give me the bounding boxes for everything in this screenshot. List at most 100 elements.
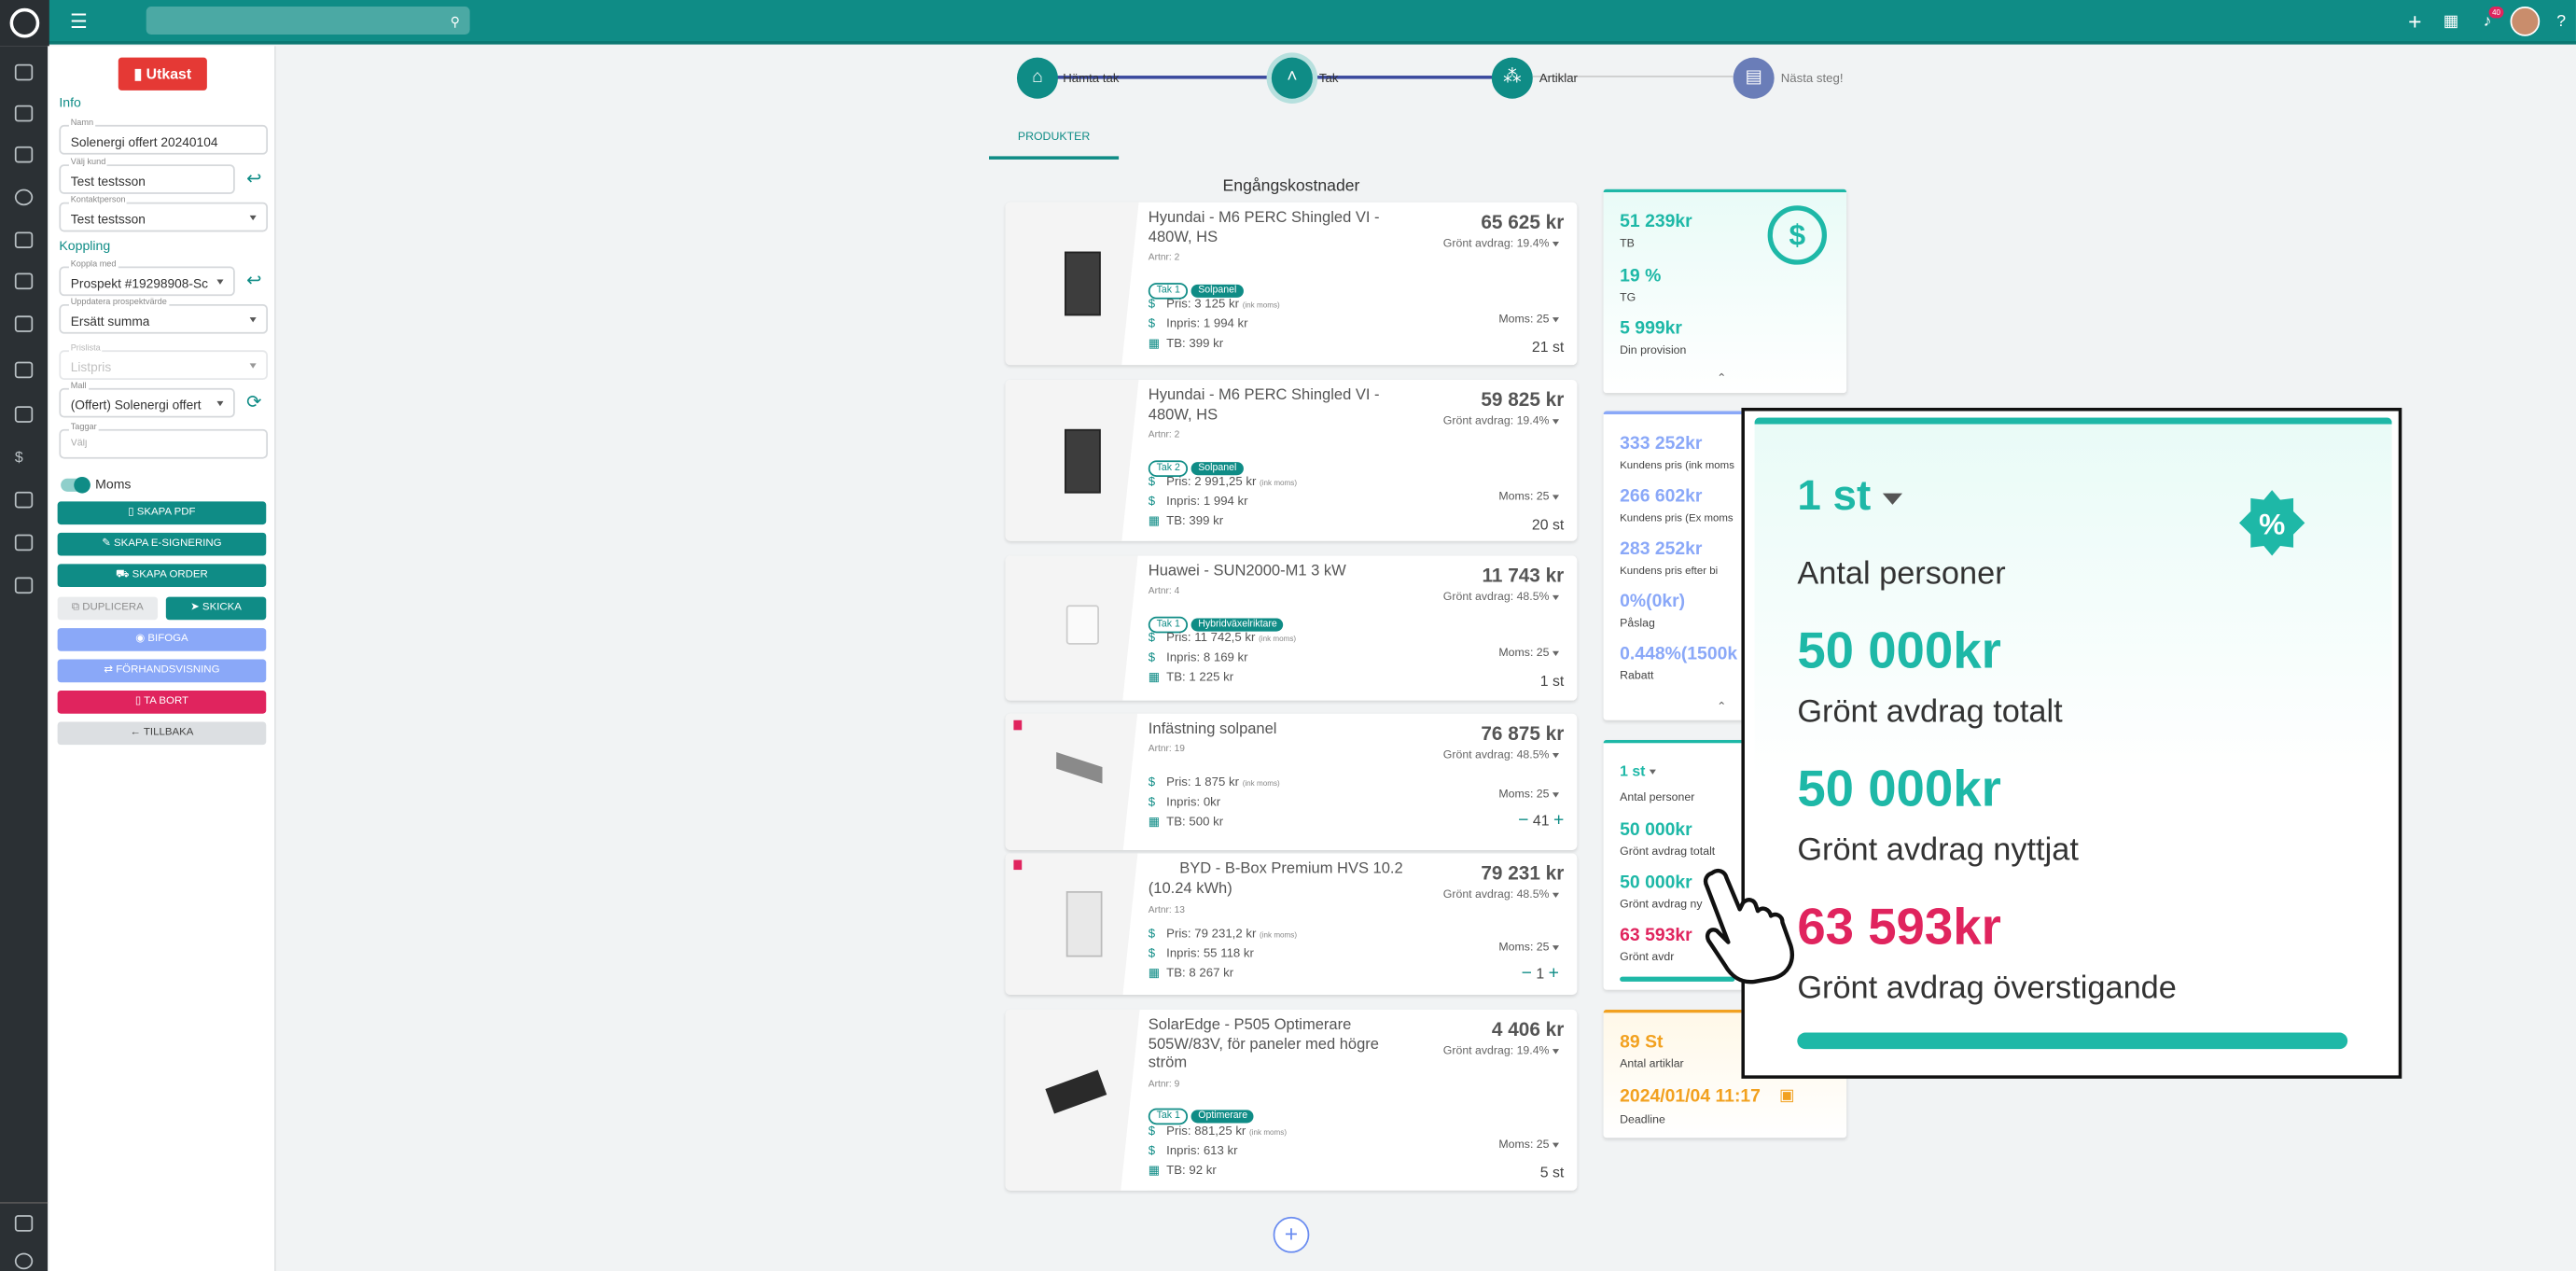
inprice-row: $ Inpris: 0kr: [1148, 794, 1221, 809]
vat-select[interactable]: Moms: 25: [1498, 789, 1559, 801]
collapse-icon[interactable]: ⌃: [1717, 701, 1726, 713]
green-deduction[interactable]: Grönt avdrag: 48.5%: [1443, 749, 1559, 761]
product-price: 59 825 kr: [1481, 387, 1565, 412]
product-card[interactable]: Hyundai - M6 PERC Shingled VI - 480W, HS…: [1005, 202, 1578, 366]
solar-panel-image: [1064, 251, 1101, 316]
tags-field[interactable]: Taggar Välj: [59, 422, 269, 459]
folder-icon[interactable]: [14, 406, 34, 423]
contact-person-field[interactable]: Kontaktperson Test testsson: [59, 195, 269, 232]
green-deduction[interactable]: Grönt avdrag: 19.4%: [1443, 416, 1559, 427]
vat-select[interactable]: Moms: 25: [1498, 943, 1559, 954]
hamburger-menu-icon[interactable]: ☰: [69, 0, 89, 45]
status-button[interactable]: ▮ Utkast: [118, 57, 207, 91]
price-row: $ Pris: 3 125 kr (ink moms): [1148, 296, 1280, 312]
preview-button[interactable]: ⇄ Förhandsvisning: [57, 659, 267, 683]
support-icon[interactable]: [14, 189, 34, 206]
delete-icon[interactable]: [1013, 719, 1023, 731]
green-deduction[interactable]: Grönt avdrag: 19.4%: [1443, 1046, 1559, 1057]
refresh-icon[interactable]: ⟳: [246, 391, 261, 412]
app-logo[interactable]: [0, 0, 49, 47]
step-connector: [1312, 76, 1494, 78]
delete-button[interactable]: ▯ Ta bort: [57, 691, 267, 714]
green-deduction[interactable]: Grönt avdrag: 19.4%: [1443, 238, 1559, 250]
dashboard-icon[interactable]: [14, 63, 34, 81]
copy-icon: ⧉: [71, 601, 83, 614]
vat-toggle[interactable]: [61, 476, 91, 494]
add-icon[interactable]: +: [2405, 0, 2425, 45]
step-home-icon[interactable]: ⌂: [1016, 57, 1058, 99]
product-card[interactable]: BYD - B-Box Premium HVS 10.2 (10.24 kWh)…: [1005, 853, 1578, 996]
product-card[interactable]: Huawei - SUN2000-M1 3 kW 11 743 kr Grönt…: [1005, 555, 1578, 701]
persons-select[interactable]: 1 st: [1620, 763, 1656, 779]
contacts-icon[interactable]: [14, 231, 34, 249]
vat-select[interactable]: Moms: 25: [1498, 314, 1559, 326]
tag-category: Optimerare: [1191, 1110, 1255, 1124]
quantity-stepper[interactable]: − 1 +: [1522, 964, 1559, 984]
back-button[interactable]: ← Tillbaka: [57, 721, 267, 746]
inprice-row: $ Inpris: 613 kr: [1148, 1142, 1238, 1158]
plus-icon: +: [1553, 810, 1565, 831]
product-name: Infästning solpanel: [1148, 718, 1277, 737]
vat-select[interactable]: Moms: 25: [1498, 648, 1559, 660]
step-label: Tak: [1318, 70, 1339, 86]
step-cubes-icon[interactable]: ⁂: [1491, 57, 1533, 99]
article-number: Artnr: 4: [1148, 587, 1180, 597]
add-product-button[interactable]: +: [1273, 1216, 1310, 1253]
calendar-icon[interactable]: ▦: [2442, 0, 2461, 45]
step-chevron-up-icon[interactable]: ˄: [1271, 57, 1313, 99]
inbox-icon[interactable]: [14, 315, 34, 332]
pricelist-select[interactable]: Prislista Listpris: [59, 343, 269, 381]
cart-icon[interactable]: [14, 491, 34, 509]
create-esign-button[interactable]: ✎ Skapa E-signering: [57, 532, 267, 556]
notes-icon[interactable]: [14, 1215, 34, 1232]
green-deduction[interactable]: Grönt avdrag: 48.5%: [1443, 592, 1559, 604]
vat-select[interactable]: Moms: 25: [1498, 1139, 1559, 1151]
info-section-label: Info: [59, 95, 81, 111]
campaign-icon[interactable]: [14, 272, 34, 290]
quantity: 21 st: [1531, 338, 1565, 356]
quantity-stepper[interactable]: − 41 +: [1518, 811, 1564, 831]
product-card[interactable]: Infästning solpanel 76 875 kr Grönt avdr…: [1005, 713, 1578, 850]
back-arrow-icon: ←: [130, 726, 144, 739]
template-select[interactable]: Mall (Offert) Solenergi offert: [59, 381, 235, 418]
product-card[interactable]: SolarEdge - P505 Optimerare 505W/83V, fö…: [1005, 1009, 1578, 1191]
green-deduction[interactable]: Grönt avdrag: 48.5%: [1443, 889, 1559, 901]
zoom-progress-track: [1797, 1032, 2348, 1050]
step-document-icon[interactable]: ▤: [1733, 57, 1775, 99]
step-label: Nästa steg!: [1780, 70, 1844, 86]
create-order-button[interactable]: ⛟ Skapa order: [57, 564, 267, 588]
search-input[interactable]: [146, 7, 470, 35]
dollar-icon[interactable]: $: [15, 449, 33, 466]
offer-form-panel: ▮ Utkast Info Namn Solenergi offert 20240…: [49, 46, 276, 1271]
zoom-progress-fill: [1797, 1032, 2348, 1050]
report-icon[interactable]: [14, 534, 34, 552]
collapse-icon[interactable]: ⌃: [1717, 371, 1726, 384]
list-icon[interactable]: [14, 146, 34, 163]
link-with-field[interactable]: Koppla med Prospekt #19298908-Sc: [59, 259, 235, 297]
search-icon[interactable]: ⚲: [447, 0, 464, 45]
avatar[interactable]: [2510, 7, 2541, 36]
settings-icon[interactable]: [14, 1252, 34, 1270]
tab-products[interactable]: PRODUKTER: [989, 132, 1119, 143]
return-icon[interactable]: ↩: [246, 168, 261, 189]
product-name: BYD - B-Box Premium HVS 10.2 (10.24 kWh): [1148, 858, 1403, 896]
delete-icon[interactable]: [1013, 859, 1023, 871]
create-pdf-button[interactable]: ▯ Skapa PDF: [57, 501, 267, 525]
documents-icon[interactable]: [14, 105, 34, 122]
help-icon[interactable]: ?: [2553, 0, 2569, 45]
customer-field[interactable]: Välj kund Test testsson: [59, 158, 235, 194]
attach-button[interactable]: ◉ Bifoga: [57, 628, 267, 651]
zoom-persons-select[interactable]: 1 st: [1797, 470, 1903, 522]
name-field[interactable]: Namn Solenergi offert 20240104: [59, 118, 269, 155]
file-icon[interactable]: [14, 577, 34, 594]
update-value-select[interactable]: Uppdatera prospektvärde Ersätt summa: [59, 297, 269, 334]
send-button[interactable]: ➤ Skicka: [165, 596, 267, 621]
vat-select[interactable]: Moms: 25: [1498, 492, 1559, 503]
product-card[interactable]: Hyundai - M6 PERC Shingled VI - 480W, HS…: [1005, 380, 1578, 541]
left-nav-rail: $: [0, 46, 49, 1271]
tb-row: ▦ TB: 500 kr: [1148, 814, 1224, 830]
duplicate-button[interactable]: ⧉ Duplicera: [57, 596, 159, 621]
calendar-icon[interactable]: ▣: [1779, 1087, 1795, 1105]
return-link-icon[interactable]: ↩: [246, 270, 261, 291]
calendar-nav-icon[interactable]: [14, 361, 34, 379]
